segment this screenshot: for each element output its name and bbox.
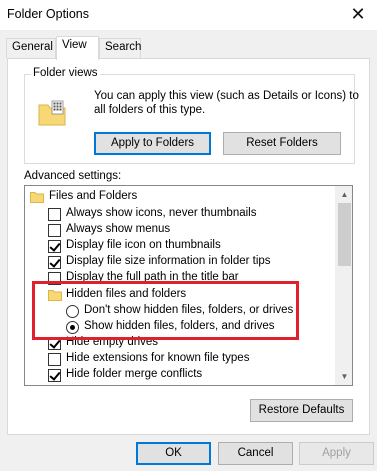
checkbox[interactable] (48, 224, 61, 237)
tab-view[interactable]: View (56, 36, 99, 60)
hidden-files-highlight-box (32, 281, 299, 340)
scroll-down-icon[interactable]: ▼ (336, 368, 352, 385)
folder-views-icon (38, 100, 66, 126)
folder-icon (30, 192, 44, 203)
cancel-button[interactable]: Cancel (218, 442, 293, 465)
checkbox[interactable] (48, 256, 61, 269)
checkbox-label[interactable]: Always show icons, never thumbnails (66, 207, 256, 219)
apply-button[interactable]: Apply (299, 442, 374, 465)
advanced-settings-label: Advanced settings: (24, 170, 122, 182)
scroll-up-icon[interactable]: ▲ (336, 186, 352, 203)
tab-search[interactable]: Search (99, 38, 141, 58)
scrollbar-thumb[interactable] (338, 203, 351, 266)
ok-button[interactable]: OK (136, 442, 211, 465)
checkbox-row[interactable]: Hide folder merge conflicts (25, 367, 335, 383)
tree-item-label: Files and Folders (49, 190, 138, 202)
checkbox-label[interactable]: Display file icon on thumbnails (66, 239, 221, 251)
tab-general[interactable]: General (6, 38, 56, 58)
checkbox-label[interactable]: Hide extensions for known file types (66, 352, 249, 364)
checkbox[interactable] (48, 353, 61, 366)
checkbox[interactable] (48, 208, 61, 221)
checkbox-row[interactable]: Always show menus (25, 222, 335, 238)
folder-views-legend: Folder views (31, 67, 100, 79)
apply-to-folders-button[interactable]: Apply to Folders (94, 132, 211, 155)
folder-views-group: Folder views You can apply this view (su… (24, 67, 359, 164)
checkbox-row[interactable]: Always show icons, never thumbnails (25, 206, 335, 222)
restore-defaults-button[interactable]: Restore Defaults (250, 399, 353, 422)
checkbox[interactable] (48, 369, 61, 382)
checkbox-row[interactable]: Display file icon on thumbnails (25, 238, 335, 254)
tree-folder-files-and-folders: Files and Folders (25, 189, 335, 205)
checkbox-row[interactable]: Display file size information in folder … (25, 254, 335, 270)
checkbox-label[interactable]: Hide folder merge conflicts (66, 368, 202, 380)
folder-views-description: You can apply this view (such as Details… (94, 90, 359, 116)
checkbox-label[interactable]: Display file size information in folder … (66, 255, 271, 267)
reset-folders-button[interactable]: Reset Folders (223, 132, 341, 155)
window-title: Folder Options (7, 7, 89, 21)
checkbox[interactable] (48, 240, 61, 253)
checkbox-row[interactable]: Hide extensions for known file types (25, 351, 335, 367)
vertical-scrollbar[interactable]: ▲ ▼ (335, 186, 352, 385)
title-bar: Folder Options ✕ (0, 0, 377, 30)
close-icon[interactable]: ✕ (347, 3, 369, 25)
checkbox-label[interactable]: Always show menus (66, 223, 170, 235)
